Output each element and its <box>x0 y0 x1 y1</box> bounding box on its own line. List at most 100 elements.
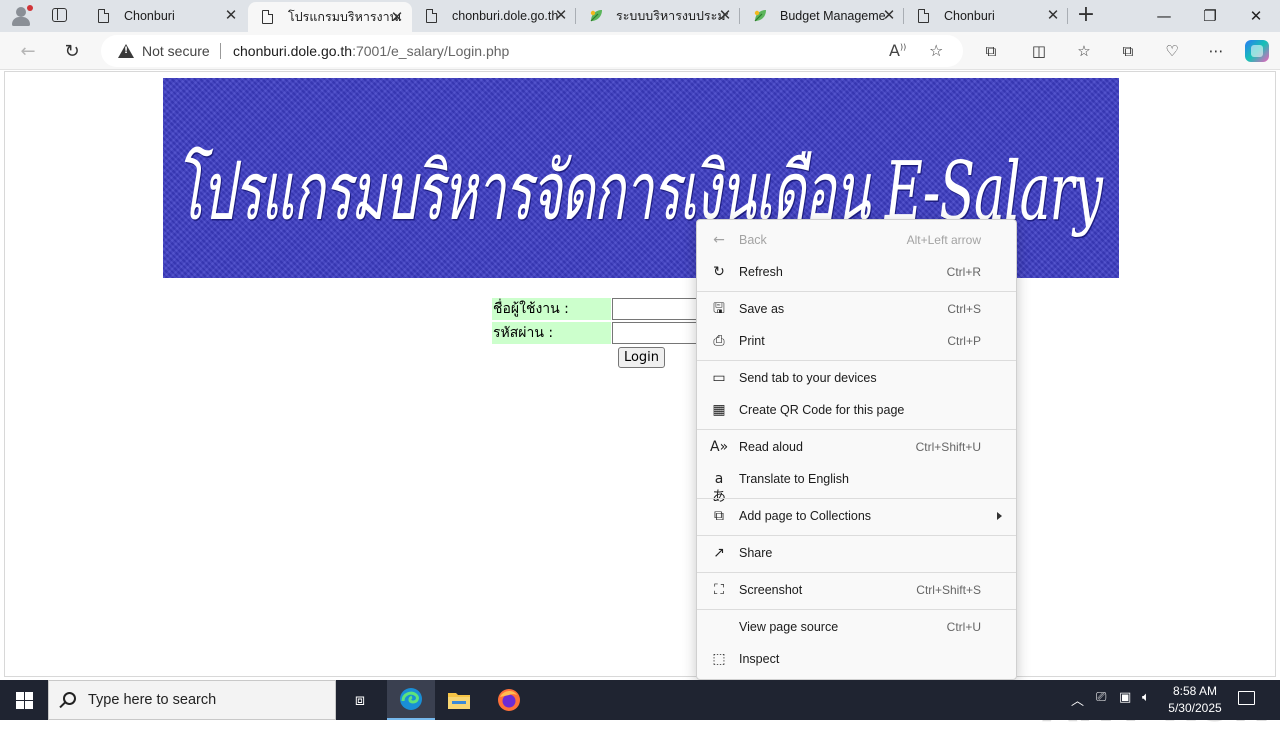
close-tab-icon[interactable]: ✕ <box>390 10 404 25</box>
menu-item-label: Save as <box>739 302 785 316</box>
close-tab-icon[interactable]: ✕ <box>882 8 896 23</box>
copilot-icon[interactable] <box>1245 40 1269 62</box>
menu-item-label: Inspect <box>739 652 780 666</box>
taskbar-clock[interactable]: 8:58 AM 5/30/2025 <box>1161 683 1229 717</box>
menu-item-qr-code[interactable]: ▦ Create QR Code for this page <box>697 394 1016 426</box>
tab-title: ระบบบริหารงบประมาณ <box>616 9 728 23</box>
menu-item-read-aloud[interactable]: A» Read aloud Ctrl+Shift+U <box>697 431 1016 463</box>
favorite-star-icon[interactable]: ☆ <box>929 41 943 60</box>
tab-chonburi-dole[interactable]: chonburi.dole.go.th ✕ <box>412 0 576 32</box>
menu-item-shortcut: Alt+Left arrow <box>906 233 981 247</box>
page-icon <box>260 9 276 25</box>
tab-e-salary[interactable]: โปรแกรมบริหารงานผ้ ✕ <box>248 2 412 32</box>
menu-item-send-tab[interactable]: ▭ Send tab to your devices <box>697 362 1016 394</box>
menu-item-print[interactable]: ⎙ Print Ctrl+P <box>697 325 1016 357</box>
menu-item-label: Read aloud <box>739 440 803 454</box>
split-screen-icon[interactable]: ◫ <box>1028 41 1050 61</box>
back-icon[interactable]: ← <box>15 39 41 63</box>
browser-essentials-icon[interactable]: ♡ <box>1161 41 1183 61</box>
screenshot-icon: ⛶ <box>714 582 724 598</box>
firefox-icon[interactable] <box>485 680 533 720</box>
notifications-icon[interactable] <box>1238 691 1255 705</box>
menu-item-translate[interactable]: aあ Translate to English <box>697 463 1016 505</box>
browser-tab-strip: Chonburi ✕ โปรแกรมบริหารงานผ้ ✕ chonburi… <box>0 0 1280 32</box>
menu-item-view-source[interactable]: View page source Ctrl+U <box>697 611 1016 643</box>
close-tab-icon[interactable]: ✕ <box>1046 8 1060 23</box>
menu-item-shortcut: Ctrl+P <box>947 334 981 348</box>
tab-actions-icon[interactable] <box>52 8 67 22</box>
menu-item-refresh[interactable]: ↻ Refresh Ctrl+R <box>697 256 1016 288</box>
close-window-icon[interactable]: ✕ <box>1233 0 1279 32</box>
tab-budget-management[interactable]: Budget Manageme ✕ <box>740 0 904 32</box>
menu-item-share[interactable]: ↗ Share <box>697 537 1016 569</box>
menu-item-shortcut: Ctrl+U <box>946 620 981 634</box>
page-icon <box>96 8 112 24</box>
volume-icon[interactable]: 🔈︎ <box>1142 690 1150 705</box>
favorites-icon[interactable]: ☆ <box>1073 41 1095 61</box>
menu-item-save-as[interactable]: 🖫 Save as Ctrl+S <box>697 293 1016 325</box>
tab-budget-thai[interactable]: ระบบบริหารงบประมาณ ✕ <box>576 0 740 32</box>
menu-item-back[interactable]: ← Back Alt+Left arrow <box>697 224 1016 256</box>
menu-item-label: Refresh <box>739 265 783 279</box>
profile-avatar-icon[interactable] <box>10 5 34 27</box>
settings-more-icon[interactable]: ⋯ <box>1205 41 1227 61</box>
collections-icon[interactable]: ⧉ <box>1117 41 1139 61</box>
show-hidden-icons-icon[interactable]: ︿ <box>1071 690 1084 709</box>
tab-chonburi-1[interactable]: Chonburi ✕ <box>84 0 246 32</box>
leaf-favicon-icon <box>588 8 604 24</box>
menu-item-screenshot[interactable]: ⛶ Screenshot Ctrl+Shift+S <box>697 574 1016 606</box>
task-view-icon[interactable]: ⧈ <box>336 680 384 720</box>
clock-date: 5/30/2025 <box>1168 701 1222 715</box>
menu-item-label: Share <box>739 546 773 560</box>
save-as-icon: 🖫 <box>713 301 725 317</box>
search-icon <box>63 692 76 705</box>
windows-start-icon[interactable] <box>0 680 48 720</box>
close-tab-icon[interactable]: ✕ <box>554 8 568 23</box>
address-bar[interactable]: Not secure chonburi.dole.go.th:7001/e_sa… <box>101 35 963 67</box>
security-label[interactable]: Not secure <box>142 43 210 59</box>
menu-item-shortcut: Ctrl+Shift+U <box>915 440 981 454</box>
collections-icon: ⧉ <box>714 508 724 524</box>
read-aloud-icon[interactable]: A)) <box>889 41 906 60</box>
login-button[interactable]: Login <box>618 347 665 368</box>
tab-title: Chonburi <box>944 9 995 23</box>
leaf-favicon-icon <box>752 8 768 24</box>
taskbar-search-box[interactable]: Type here to search <box>48 680 336 720</box>
windows-taskbar: Type here to search ⧈ ︿ ⎚ ▣ 🔈︎ 8:58 AM 5… <box>0 680 1280 720</box>
edge-taskbar-icon[interactable] <box>387 680 435 720</box>
minimize-icon[interactable]: — <box>1141 0 1187 32</box>
menu-item-inspect[interactable]: ⬚ Inspect <box>697 643 1016 675</box>
login-form: ชื่อผู้ใช้งาน : รหัสผ่าน : Login <box>491 296 703 368</box>
refresh-icon: ↻ <box>713 264 725 280</box>
menu-item-label: Translate to English <box>739 472 850 486</box>
file-explorer-icon[interactable] <box>435 680 483 720</box>
refresh-icon[interactable]: ↻ <box>59 39 85 63</box>
menu-item-label: Add page to Collections <box>739 509 872 523</box>
restore-icon[interactable]: ❐ <box>1187 0 1233 32</box>
extensions-icon[interactable]: ⧉ <box>980 41 1002 61</box>
new-tab-icon[interactable]: + <box>1075 4 1097 27</box>
username-label: ชื่อผู้ใช้งาน : <box>492 298 611 320</box>
password-label: รหัสผ่าน : <box>492 322 611 344</box>
close-tab-icon[interactable]: ✕ <box>224 8 238 23</box>
tab-chonburi-2[interactable]: Chonburi ✕ <box>904 0 1068 32</box>
submenu-arrow-icon <box>997 512 1002 520</box>
menu-item-shortcut: Ctrl+S <box>947 302 981 316</box>
close-tab-icon[interactable]: ✕ <box>718 8 732 23</box>
menu-item-shortcut: Ctrl+Shift+S <box>916 583 981 597</box>
share-icon: ↗ <box>713 545 725 561</box>
menu-item-label: Print <box>739 334 765 348</box>
search-placeholder: Type here to search <box>88 692 217 708</box>
network-icon[interactable]: ▣ <box>1119 690 1131 705</box>
menu-item-label: Back <box>739 233 767 247</box>
username-input[interactable] <box>612 298 702 320</box>
password-input[interactable] <box>612 322 702 344</box>
back-arrow-icon: ← <box>713 232 725 248</box>
qr-code-icon: ▦ <box>712 402 726 418</box>
menu-item-add-to-collections[interactable]: ⧉ Add page to Collections <box>697 500 1016 532</box>
url-text[interactable]: chonburi.dole.go.th:7001/e_salary/Login.… <box>233 43 509 59</box>
inspect-icon: ⬚ <box>712 651 726 667</box>
warning-icon[interactable] <box>118 44 134 58</box>
browser-toolbar: ← ↻ Not secure chonburi.dole.go.th:7001/… <box>0 32 1280 70</box>
meet-now-icon[interactable]: ⎚ <box>1096 690 1106 705</box>
